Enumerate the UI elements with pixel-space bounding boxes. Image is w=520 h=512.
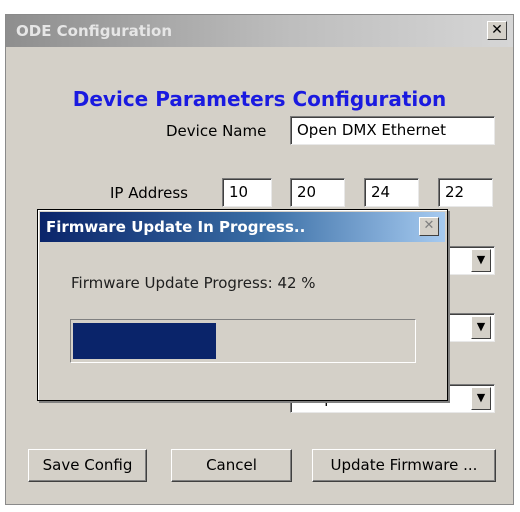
dialog-titlebar[interactable]: Firmware Update In Progress.. ✕ [40,212,445,242]
cancel-button[interactable]: Cancel [171,449,292,482]
save-config-button[interactable]: Save Config [28,449,147,482]
chevron-down-icon: ▼ [476,253,486,266]
progress-bar-fill [73,323,216,359]
close-icon: ✕ [423,218,435,233]
ip-address-label: IP Address [110,184,188,202]
close-icon: ✕ [491,22,503,38]
window-titlebar[interactable]: ODE Configuration ✕ [6,15,513,47]
update-firmware-button[interactable]: Update Firmware ... [312,449,496,482]
port-direction-dropdown-button[interactable]: ▼ [471,387,491,410]
chevron-down-icon: ▼ [476,391,486,404]
firmware-progress-dialog: Firmware Update In Progress.. ✕ Firmware… [37,209,448,401]
page-heading: Device Parameters Configuration [72,87,447,111]
device-name-field[interactable]: Open DMX Ethernet [290,116,495,145]
ip-octet-4-field[interactable]: 22 [438,178,493,207]
window-close-button[interactable]: ✕ [487,21,507,40]
ip-octet-3-field[interactable]: 24 [364,178,419,207]
window-title: ODE Configuration [16,22,173,40]
chevron-down-icon: ▼ [476,320,486,333]
dropdown-2-button[interactable]: ▼ [471,316,491,339]
dialog-close-button[interactable]: ✕ [419,217,439,236]
ip-octet-2-field[interactable]: 20 [290,178,345,207]
ip-octet-1-field[interactable]: 10 [222,178,272,207]
progress-bar [70,319,416,363]
dialog-title: Firmware Update In Progress.. [46,218,306,236]
dropdown-1-button[interactable]: ▼ [471,249,491,272]
device-name-label: Device Name [166,122,267,140]
progress-status-text: Firmware Update Progress: 42 % [71,274,316,292]
